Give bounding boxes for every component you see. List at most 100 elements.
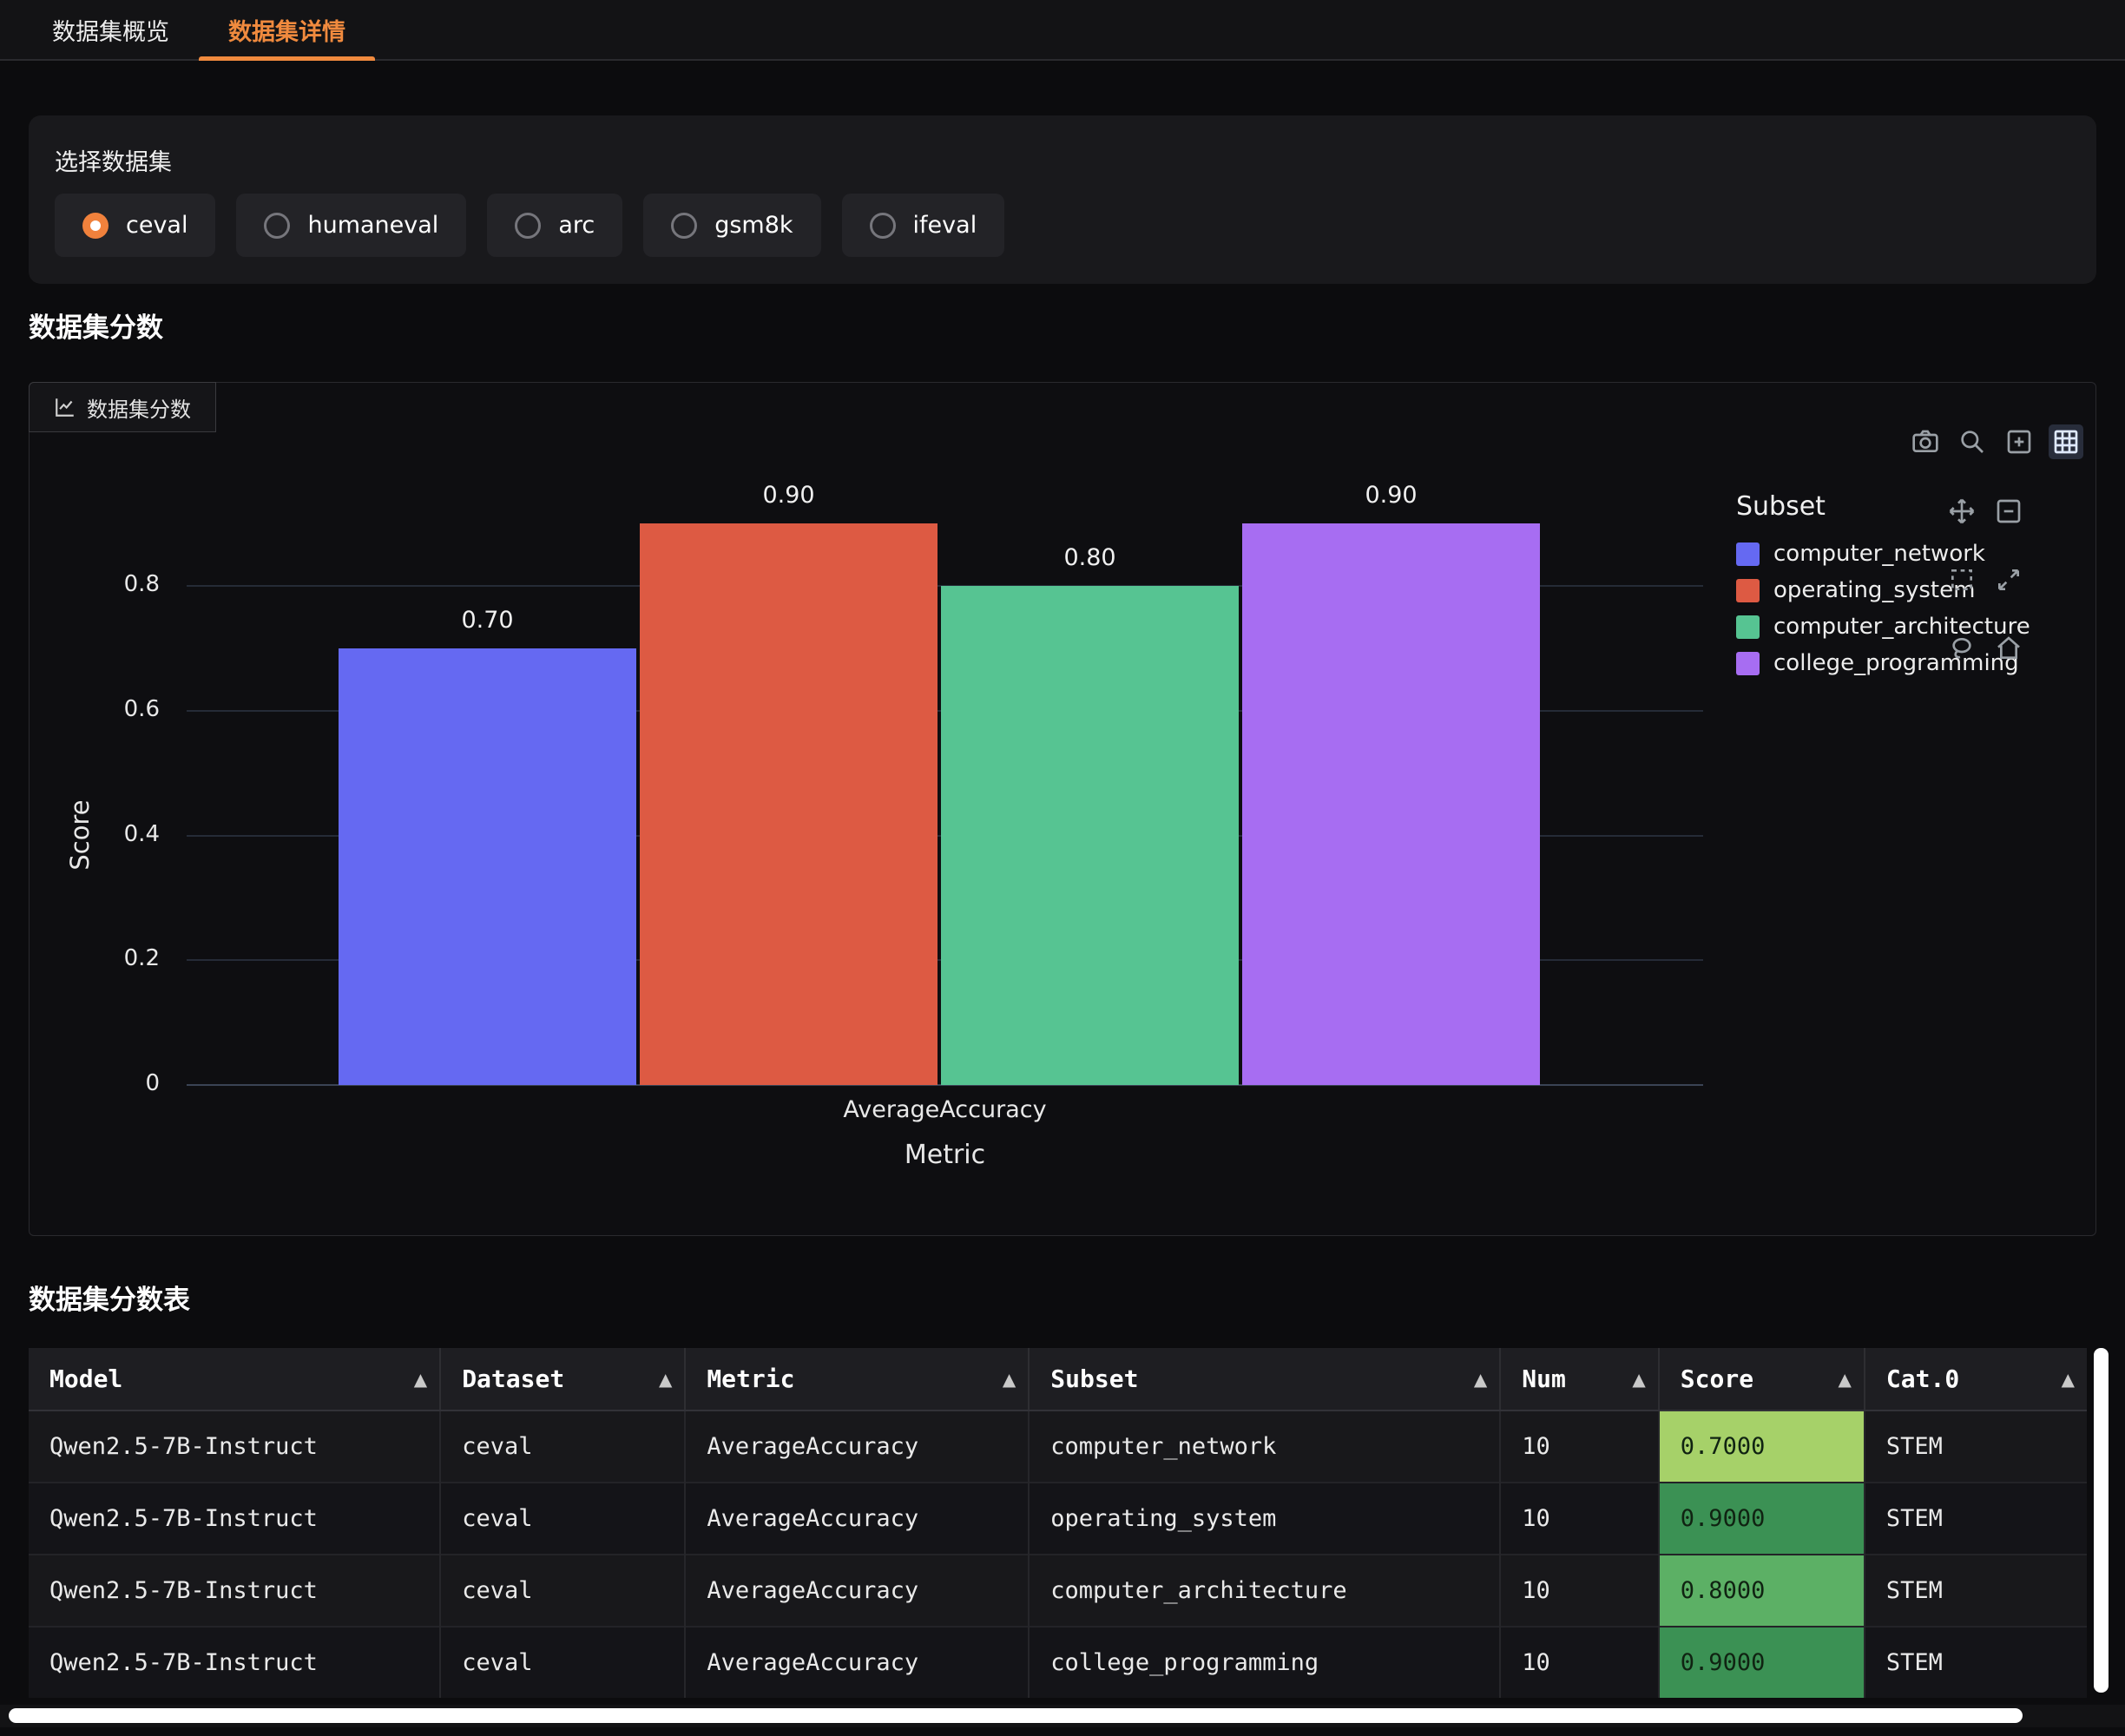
column-header-Dataset[interactable]: Dataset ▲ <box>440 1348 685 1410</box>
column-header-label: Cat.0 <box>1886 1364 1959 1393</box>
score-value: 0.7000 <box>1660 1411 1864 1482</box>
lasso-icon[interactable] <box>1944 631 1979 666</box>
sort-asc-icon[interactable]: ▲ <box>2062 1369 2075 1390</box>
column-header-label: Score <box>1681 1364 1753 1393</box>
page: 数据集概览数据集详情 选择数据集 ceval humaneval arc gsm8k i… <box>0 0 2125 1736</box>
column-header-inner: Score ▲ <box>1681 1364 1852 1393</box>
column-header-Subset[interactable]: Subset▲ <box>1029 1348 1500 1410</box>
zoom-in-icon[interactable] <box>2002 424 2036 459</box>
cell-Dataset: ceval <box>440 1555 685 1627</box>
box-select-icon[interactable] <box>1944 562 1979 597</box>
legend-swatch <box>1736 542 1760 566</box>
table-row: Qwen2.5-7B-InstructcevalAverageAccuracyo… <box>29 1483 2087 1555</box>
column-header-label: Dataset <box>462 1364 564 1393</box>
score-value: 0.8000 <box>1660 1555 1864 1626</box>
bar-operating_system[interactable] <box>640 523 938 1085</box>
column-header-inner: Num▲ <box>1522 1364 1646 1393</box>
table-section-title: 数据集分数表 <box>29 1278 190 1317</box>
column-header-Score[interactable]: Score ▲ <box>1659 1348 1865 1410</box>
plot-area: Score AverageAccuracy Metric Subset comp… <box>30 383 2095 1235</box>
camera-icon[interactable] <box>1908 424 1943 459</box>
table-row: Qwen2.5-7B-InstructcevalAverageAccuracyc… <box>29 1555 2087 1627</box>
bar-value-label: 0.80 <box>939 544 1240 571</box>
cell-Num: 10 <box>1500 1555 1659 1627</box>
pan-icon[interactable] <box>1944 494 1979 529</box>
radio-circle-icon <box>671 213 697 239</box>
radio-label: ifeval <box>913 212 977 239</box>
cell-Cat.0: STEM <box>1865 1627 2087 1698</box>
column-header-Metric[interactable]: Metric ▲ <box>685 1348 1029 1410</box>
sort-asc-icon[interactable]: ▲ <box>1003 1369 1016 1390</box>
sort-asc-icon[interactable]: ▲ <box>414 1369 427 1390</box>
radio-label: gsm8k <box>714 212 793 239</box>
column-header-inner: Dataset ▲ <box>462 1364 672 1393</box>
zoom-icon[interactable] <box>1955 424 1990 459</box>
bar-value-label: 0.70 <box>337 607 638 634</box>
chart-section-title: 数据集分数 <box>29 306 163 345</box>
y-tick-label: 0.2 <box>64 945 160 971</box>
column-header-inner: Metric ▲ <box>707 1364 1016 1393</box>
sort-asc-icon[interactable]: ▲ <box>1632 1369 1645 1390</box>
y-tick-label: 0.6 <box>64 696 160 722</box>
vertical-scrollbar[interactable] <box>2094 1348 2109 1693</box>
cell-Score: 0.7000 <box>1659 1410 1865 1483</box>
cell-Subset: operating_system <box>1029 1483 1500 1555</box>
zoom-out-icon[interactable] <box>1991 494 2026 529</box>
tab-数据集概览[interactable]: 数据集概览 <box>23 0 199 59</box>
cell-Cat.0: STEM <box>1865 1555 2087 1627</box>
bar-computer_network[interactable] <box>339 648 636 1085</box>
cell-Cat.0: STEM <box>1865 1483 2087 1555</box>
cell-Score: 0.9000 <box>1659 1627 1865 1698</box>
dataset-filter-panel: 选择数据集 ceval humaneval arc gsm8k ifeval <box>29 115 2096 284</box>
chart-toolbar-side-3 <box>1944 631 2026 666</box>
legend-swatch <box>1736 652 1760 675</box>
bar-value-label: 0.90 <box>638 482 939 509</box>
radio-label: humaneval <box>307 212 438 239</box>
cell-Num: 10 <box>1500 1483 1659 1555</box>
cell-Model: Qwen2.5-7B-Instruct <box>29 1555 440 1627</box>
radio-ifeval[interactable]: ifeval <box>842 194 1005 257</box>
cell-Subset: computer_architecture <box>1029 1555 1500 1627</box>
column-header-Model[interactable]: Model▲ <box>29 1348 440 1410</box>
table-row: Qwen2.5-7B-InstructcevalAverageAccuracyc… <box>29 1410 2087 1483</box>
radio-circle-icon <box>264 213 290 239</box>
expand-icon[interactable] <box>1991 562 2026 597</box>
cell-Subset: computer_network <box>1029 1410 1500 1483</box>
chart-toolbar-side-1 <box>1944 494 2026 529</box>
table-header-row: Model▲Dataset▲Metric▲Subset▲Num▲Score▲Ca… <box>29 1348 2087 1410</box>
horizontal-scrollbar[interactable] <box>9 1708 2023 1723</box>
column-header-Num[interactable]: Num▲ <box>1500 1348 1659 1410</box>
y-tick-label: 0 <box>64 1070 160 1096</box>
bar-college_programming[interactable] <box>1242 523 1540 1085</box>
cell-Dataset: ceval <box>440 1410 685 1483</box>
cell-Metric: AverageAccuracy <box>685 1483 1029 1555</box>
radio-gsm8k[interactable]: gsm8k <box>643 194 820 257</box>
bar-computer_architecture[interactable] <box>941 586 1239 1085</box>
scores-table: Model▲Dataset▲Metric▲Subset▲Num▲Score▲Ca… <box>29 1348 2087 1698</box>
radio-ceval[interactable]: ceval <box>55 194 215 257</box>
y-tick-label: 0.8 <box>64 571 160 597</box>
chart-panel: 数据集分数 Score AverageAccuracy Metric Subse… <box>29 382 2096 1236</box>
tab-数据集详情[interactable]: 数据集详情 <box>199 0 375 59</box>
cell-Score: 0.9000 <box>1659 1483 1865 1555</box>
radio-arc[interactable]: arc <box>487 194 622 257</box>
column-header-inner: Subset▲ <box>1050 1364 1487 1393</box>
cell-Metric: AverageAccuracy <box>685 1627 1029 1698</box>
legend-swatch <box>1736 579 1760 602</box>
cell-Subset: college_programming <box>1029 1627 1500 1698</box>
legend-swatch <box>1736 615 1760 639</box>
column-header-Cat.0[interactable]: Cat.0 ▲ <box>1865 1348 2087 1410</box>
score-value: 0.9000 <box>1660 1483 1864 1554</box>
x-axis-title: Metric <box>187 1140 1703 1170</box>
radio-humaneval[interactable]: humaneval <box>236 194 466 257</box>
cell-Model: Qwen2.5-7B-Instruct <box>29 1483 440 1555</box>
sort-asc-icon[interactable]: ▲ <box>1839 1369 1852 1390</box>
sort-asc-icon[interactable]: ▲ <box>659 1369 672 1390</box>
dataset-filter-label: 选择数据集 <box>55 143 172 177</box>
column-header-inner: Cat.0 ▲ <box>1886 1364 2075 1393</box>
home-icon[interactable] <box>1991 631 2026 666</box>
column-header-label: Metric <box>707 1364 794 1393</box>
table-row: Qwen2.5-7B-InstructcevalAverageAccuracyc… <box>29 1627 2087 1698</box>
sort-asc-icon[interactable]: ▲ <box>1474 1369 1487 1390</box>
table-grid-icon[interactable] <box>2049 424 2083 459</box>
